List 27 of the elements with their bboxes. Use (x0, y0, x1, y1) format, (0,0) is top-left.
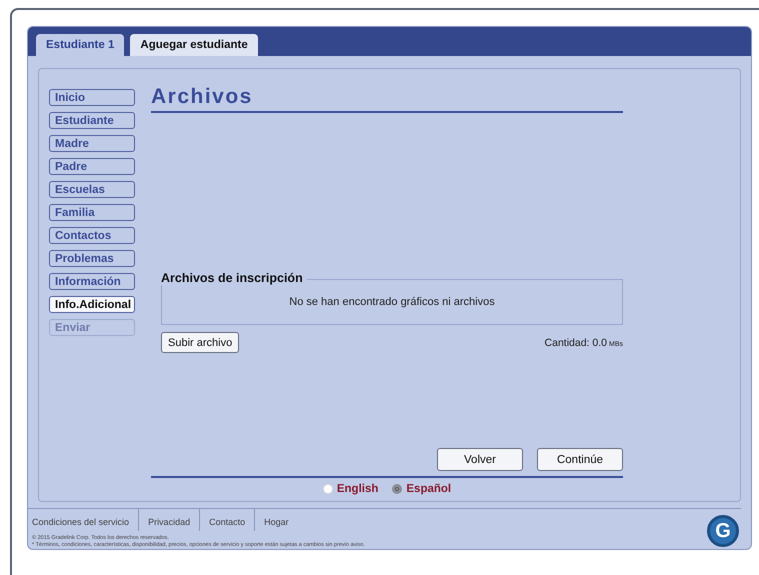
footer-link[interactable]: Hogar (254, 509, 298, 531)
sidebar-item[interactable]: Padre (49, 158, 135, 175)
footer-link[interactable]: Privacidad (138, 509, 200, 531)
sidebar-item[interactable]: Escuelas (49, 181, 135, 198)
tab[interactable]: Estudiante 1 (36, 34, 124, 56)
nav-button[interactable]: Continúe (537, 448, 623, 471)
sidebar-item[interactable]: Madre (49, 135, 135, 152)
radio-button[interactable] (392, 484, 402, 494)
logo: G (707, 515, 739, 547)
footer-link[interactable]: Contacto (199, 509, 254, 531)
sidebar-item[interactable]: Familia (49, 204, 135, 221)
sidebar-item[interactable]: Estudiante (49, 112, 135, 129)
page-heading: Archivos (151, 85, 623, 113)
upload-button[interactable]: Subir archivo (161, 332, 240, 353)
sidebar-item[interactable]: Problemas (49, 250, 135, 267)
total-size: Cantidad: 0.0 (544, 336, 607, 348)
group-legend: Archivos de inscripción (161, 271, 307, 285)
sidebar-item[interactable]: Info.Adicional (49, 296, 135, 313)
tab[interactable]: Aguegar estudiante (130, 34, 258, 56)
sidebar-item[interactable]: Inicio (49, 89, 135, 106)
sidebar-item[interactable]: Información (49, 273, 135, 290)
empty-message: No se han encontrado gráficos ni archivos (289, 296, 495, 308)
language-label: English (336, 483, 378, 495)
nav-button[interactable]: Volver (437, 448, 523, 471)
footer-link[interactable]: Condiciones del servicio (28, 509, 138, 531)
language-label: Español (406, 483, 452, 495)
sidebar-item[interactable]: Contactos (49, 227, 135, 244)
